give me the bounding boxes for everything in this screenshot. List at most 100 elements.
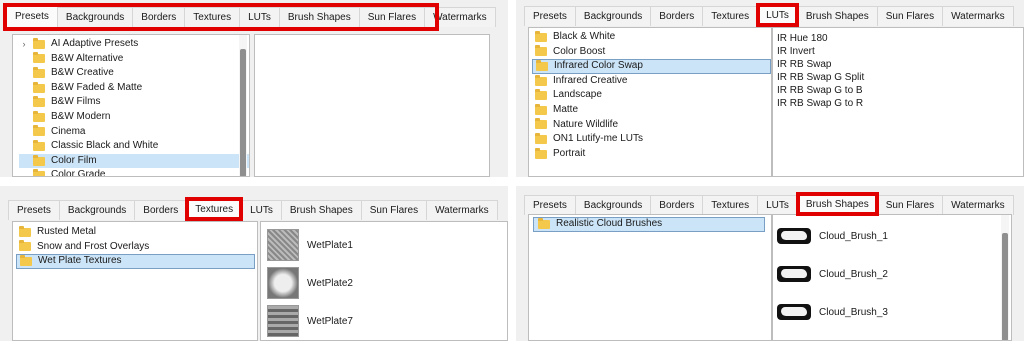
- list-item[interactable]: B&W Creative: [19, 66, 249, 81]
- tab-sun-flares[interactable]: Sun Flares: [360, 200, 428, 220]
- folder-icon: [33, 96, 45, 108]
- lut-item[interactable]: IR Hue 180: [777, 32, 1023, 45]
- list-item[interactable]: Cinema: [19, 125, 249, 140]
- chevron-right-icon[interactable]: ›: [19, 37, 29, 52]
- texture-thumbnail: [267, 229, 299, 261]
- tab-luts[interactable]: LUTs: [756, 3, 799, 27]
- list-item-label: Rusted Metal: [37, 226, 96, 237]
- tab-brush-shapes[interactable]: Brush Shapes: [278, 7, 360, 27]
- tab-watermarks[interactable]: Watermarks: [942, 195, 1014, 215]
- luts-panel: Presets Backgrounds Borders Textures LUT…: [516, 0, 1024, 177]
- tab-luts[interactable]: LUTs: [757, 195, 798, 215]
- list-item-selected[interactable]: Realistic Cloud Brushes: [533, 217, 765, 232]
- scrollbar-thumb[interactable]: [1002, 233, 1008, 340]
- list-item[interactable]: › AI Adaptive Presets: [19, 37, 249, 52]
- list-item-label: Nature Wildlife: [553, 118, 619, 130]
- list-item[interactable]: Infrared Creative: [535, 74, 771, 89]
- tab-sun-flares[interactable]: Sun Flares: [358, 7, 426, 27]
- tab-luts[interactable]: LUTs: [239, 7, 280, 27]
- list-item[interactable]: Matte: [535, 103, 771, 118]
- folder-list: Black & White Color Boost Infrared Color…: [528, 27, 772, 177]
- list-item[interactable]: Landscape: [535, 88, 771, 103]
- lut-item[interactable]: IR RB Swap G Split: [777, 71, 1023, 84]
- folder-icon: [33, 154, 45, 166]
- list-item-label: Snow and Frost Overlays: [37, 240, 150, 252]
- list-item[interactable]: Black & White: [535, 30, 771, 45]
- tab-presets[interactable]: Presets: [524, 6, 576, 26]
- brush-item[interactable]: Cloud_Brush_1: [777, 217, 1011, 255]
- texture-item[interactable]: WetPlate1: [267, 226, 507, 264]
- folder-list: Rusted Metal Snow and Frost Overlays Wet…: [12, 221, 258, 341]
- list-item-label: Portrait: [553, 147, 586, 159]
- list-item[interactable]: ON1 Lutify-me LUTs: [535, 132, 771, 147]
- tab-watermarks[interactable]: Watermarks: [942, 6, 1014, 26]
- tab-watermarks[interactable]: Watermarks: [426, 200, 498, 220]
- tab-presets[interactable]: Presets: [8, 200, 60, 220]
- list-item-selected[interactable]: Wet Plate Textures: [16, 254, 255, 269]
- tab-textures[interactable]: Textures: [702, 195, 759, 215]
- list-item-label: Wet Plate Textures: [38, 255, 122, 267]
- tab-watermarks[interactable]: Watermarks: [424, 7, 496, 27]
- list-item[interactable]: Snow and Frost Overlays: [19, 240, 257, 255]
- brush-thumbnail: [777, 304, 811, 320]
- folder-icon: [535, 45, 547, 57]
- folder-icon: [535, 74, 547, 86]
- tab-borders[interactable]: Borders: [650, 6, 704, 26]
- tab-brush-shapes[interactable]: Brush Shapes: [280, 200, 362, 220]
- lut-item[interactable]: IR RB Swap: [777, 58, 1023, 71]
- list-item[interactable]: B&W Films: [19, 95, 249, 110]
- scrollbar-thumb[interactable]: [240, 49, 246, 176]
- lut-file-list: IR Hue 180 IR Invert IR RB Swap IR RB Sw…: [772, 27, 1024, 177]
- tab-sun-flares[interactable]: Sun Flares: [876, 195, 944, 215]
- list-item-selected[interactable]: Infrared Color Swap: [532, 59, 771, 74]
- list-item-label: Color Boost: [553, 45, 606, 57]
- texture-label: WetPlate7: [307, 315, 353, 327]
- tab-backgrounds[interactable]: Backgrounds: [574, 195, 652, 215]
- texture-item[interactable]: WetPlate7: [267, 302, 507, 340]
- tab-sun-flares[interactable]: Sun Flares: [876, 6, 944, 26]
- tab-brush-shapes[interactable]: Brush Shapes: [795, 192, 879, 216]
- tab-backgrounds[interactable]: Backgrounds: [58, 200, 136, 220]
- brush-item[interactable]: Cloud_Brush_3: [777, 293, 1011, 331]
- brush-label: Cloud_Brush_1: [819, 230, 888, 242]
- list-item[interactable]: Color Grade: [19, 168, 249, 176]
- folder-icon: [535, 89, 547, 101]
- tab-bar: Presets Backgrounds Borders Textures LUT…: [524, 192, 1024, 216]
- folder-icon: [19, 225, 31, 237]
- tab-borders[interactable]: Borders: [650, 195, 704, 215]
- list-item[interactable]: B&W Alternative: [19, 52, 249, 67]
- folder-icon: [535, 30, 547, 42]
- folder-icon: [33, 66, 45, 78]
- tab-textures[interactable]: Textures: [184, 7, 241, 27]
- list-item[interactable]: B&W Modern: [19, 110, 249, 125]
- folder-icon: [535, 132, 547, 144]
- lut-item[interactable]: IR RB Swap G to R: [777, 97, 1023, 110]
- tab-textures[interactable]: Textures: [185, 197, 244, 221]
- tab-presets[interactable]: Presets: [6, 5, 58, 27]
- tab-backgrounds[interactable]: Backgrounds: [574, 6, 652, 26]
- tab-backgrounds[interactable]: Backgrounds: [56, 7, 134, 27]
- lut-item[interactable]: IR RB Swap G to B: [777, 84, 1023, 97]
- texture-item[interactable]: WetPlate2: [267, 264, 507, 302]
- list-item-label: B&W Creative: [51, 67, 114, 79]
- list-item[interactable]: B&W Faded & Matte: [19, 81, 249, 96]
- tab-presets[interactable]: Presets: [524, 195, 576, 215]
- folder-icon: [33, 52, 45, 64]
- scrollbar[interactable]: [1001, 215, 1009, 340]
- list-item[interactable]: Classic Black and White: [19, 139, 249, 154]
- folder-icon: [538, 217, 550, 229]
- scrollbar[interactable]: [239, 35, 247, 176]
- tab-textures[interactable]: Textures: [702, 6, 759, 26]
- tab-brush-shapes[interactable]: Brush Shapes: [796, 6, 878, 26]
- list-item[interactable]: Portrait: [535, 147, 771, 162]
- tab-borders[interactable]: Borders: [134, 200, 188, 220]
- texture-thumbnail: [267, 267, 299, 299]
- tab-luts[interactable]: LUTs: [241, 200, 282, 220]
- list-item[interactable]: Nature Wildlife: [535, 118, 771, 133]
- brush-item[interactable]: Cloud_Brush_2: [777, 255, 1011, 293]
- lut-item[interactable]: IR Invert: [777, 45, 1023, 58]
- list-item[interactable]: Color Boost: [535, 45, 771, 60]
- tab-borders[interactable]: Borders: [132, 7, 186, 27]
- list-item[interactable]: Rusted Metal: [19, 225, 257, 240]
- list-item-selected[interactable]: Color Film: [19, 153, 249, 169]
